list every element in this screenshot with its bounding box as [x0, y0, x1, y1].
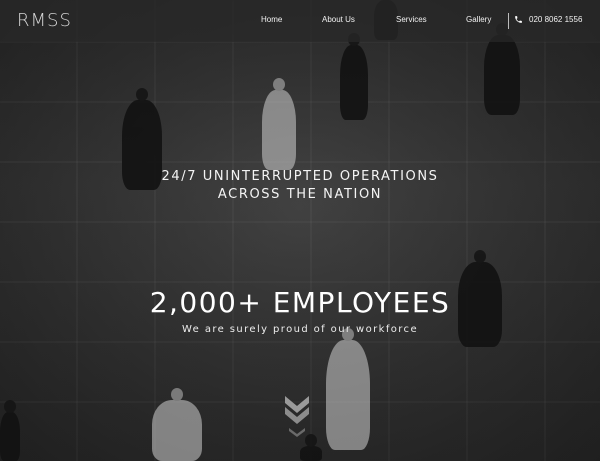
person-silhouette [326, 328, 370, 450]
person-silhouette [340, 33, 368, 120]
logo[interactable]: RMSS [17, 10, 72, 31]
nav-services-link[interactable]: Services [396, 15, 427, 24]
tagline-line-2: ACROSS THE NATION [217, 187, 383, 202]
chevron-double-down-icon[interactable] [283, 394, 311, 440]
person-silhouette [0, 400, 20, 461]
hero-tagline: 24/7 UNINTERRUPTED OPERATIONS ACROSS THE… [0, 168, 600, 204]
hero-subline: We are surely proud of our workforce [181, 324, 418, 335]
hero-background [0, 0, 600, 461]
person-silhouette [484, 23, 520, 115]
site-header: RMSS Home About Us Services Gallery 020 … [0, 0, 600, 42]
person-silhouette [152, 388, 202, 461]
person-silhouette [300, 434, 322, 461]
person-silhouette [262, 78, 296, 170]
tagline-line-1: 24/7 UNINTERRUPTED OPERATIONS [161, 169, 439, 184]
nav-home-link[interactable]: Home [261, 15, 282, 24]
hero-headline: 2,000+ EMPLOYEES [149, 286, 451, 319]
nav-gallery-link[interactable]: Gallery [466, 15, 491, 24]
phone-icon[interactable] [514, 15, 523, 24]
nav-about-us-link[interactable]: About Us [322, 15, 355, 24]
nav-divider [508, 13, 509, 29]
phone-number[interactable]: 020 8062 1556 [529, 15, 582, 24]
